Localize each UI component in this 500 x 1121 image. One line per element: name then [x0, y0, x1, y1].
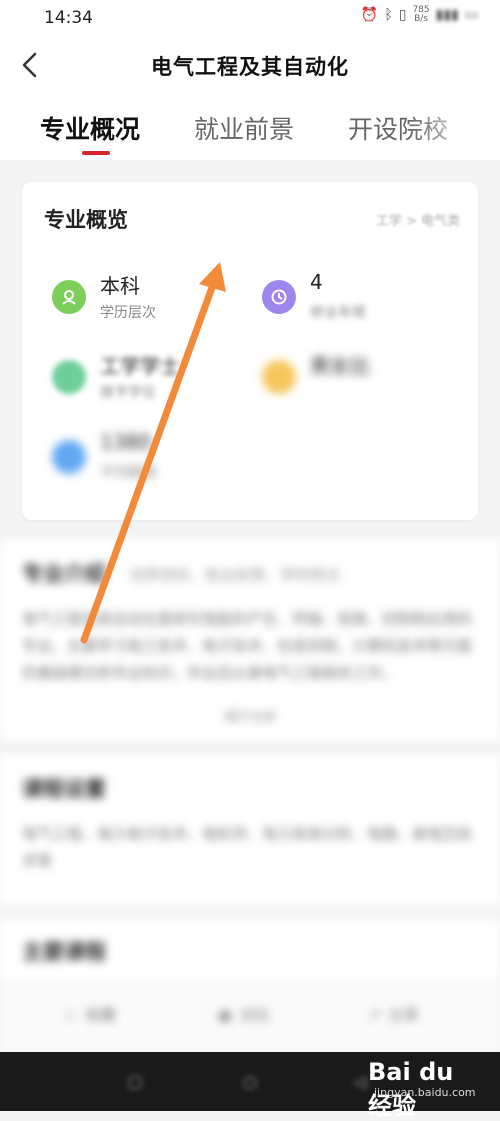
watermark-url: jingyan.baidu.com: [374, 1086, 476, 1099]
baidu-watermark: Bai du 经验 jingyan.baidu.com: [368, 1058, 478, 1120]
annotation-arrow-icon: [80, 262, 226, 644]
